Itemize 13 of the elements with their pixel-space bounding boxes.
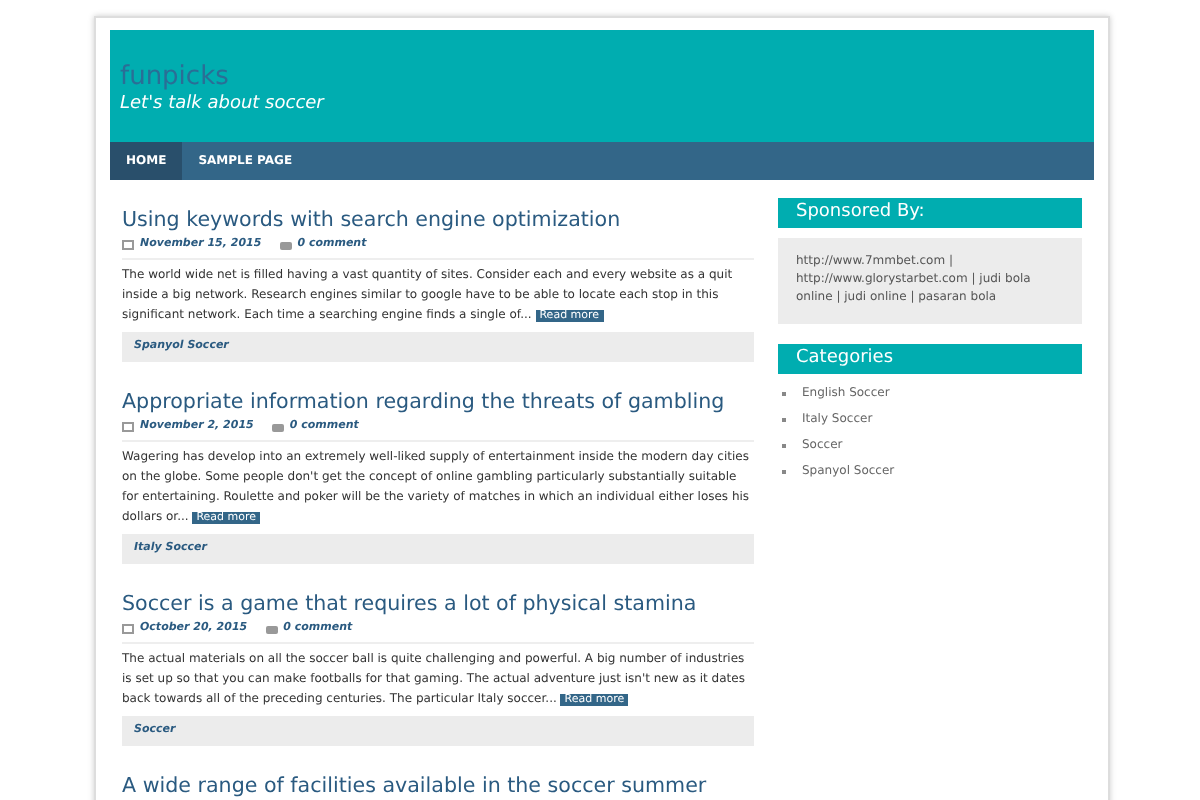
post-title[interactable]: Appropriate information regarding the threats of gambling <box>122 390 725 414</box>
widget-title: Categories <box>778 344 1082 374</box>
comment-icon <box>265 625 278 633</box>
post-title[interactable]: Soccer is a game that requires a lot of physical stamina <box>122 592 697 616</box>
comment-icon <box>271 423 284 431</box>
post-title[interactable]: Using keywords with search engine optimization <box>122 208 621 232</box>
post-title[interactable]: A wide range of facilities available in the soccer summer <box>122 774 707 798</box>
comment-icon <box>279 241 292 249</box>
widget-title: Sponsored By: <box>778 198 1082 228</box>
calendar-icon <box>122 240 134 250</box>
calendar-icon <box>122 624 134 634</box>
site-tagline: Let's talk about soccer <box>120 94 327 114</box>
calendar-icon <box>122 422 134 432</box>
